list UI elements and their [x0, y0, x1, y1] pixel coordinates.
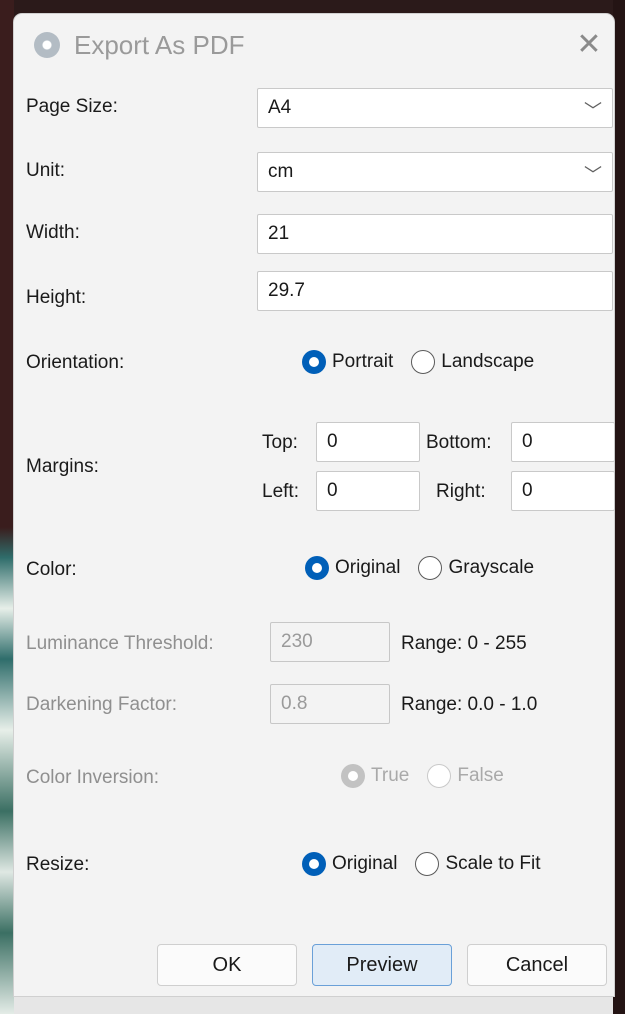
inversion-true-radio: True	[341, 764, 409, 788]
margin-top-value: 0	[327, 431, 338, 452]
radio-selected-icon	[302, 350, 326, 374]
color-grayscale-radio[interactable]: Grayscale	[418, 556, 534, 580]
margin-right-label: Right:	[436, 481, 486, 502]
inversion-radio-group: True False	[341, 764, 522, 788]
color-original-radio[interactable]: Original	[305, 556, 400, 580]
resize-original-radio[interactable]: Original	[302, 852, 397, 876]
export-pdf-dialog: Export As PDF ✕ Page Size: A4 ﹀ Unit: cm…	[14, 14, 615, 996]
cancel-button[interactable]: Cancel	[467, 944, 607, 986]
unit-value: cm	[268, 161, 294, 182]
close-button[interactable]: ✕	[570, 26, 608, 64]
width-value: 21	[268, 223, 290, 244]
height-input[interactable]: 29.7	[257, 271, 613, 311]
darkening-range-label: Range: 0.0 - 1.0	[401, 694, 538, 715]
margin-bottom-input[interactable]: 0	[511, 422, 615, 462]
background-window-bottom	[14, 996, 613, 1014]
orientation-landscape-label: Landscape	[441, 351, 535, 372]
radio-unselected-icon	[427, 764, 452, 788]
margin-left-input[interactable]: 0	[316, 471, 420, 511]
margin-bottom-value: 0	[522, 431, 533, 452]
preview-button[interactable]: Preview	[312, 944, 452, 986]
close-icon: ✕	[576, 28, 602, 61]
orientation-label: Orientation:	[26, 352, 125, 373]
background-window-edge	[0, 0, 14, 1014]
margin-top-input[interactable]: 0	[316, 422, 420, 462]
margin-left-label: Left:	[262, 481, 299, 502]
page-size-label: Page Size:	[26, 96, 118, 117]
darkening-factor-value: 0.8	[281, 693, 308, 714]
height-value: 29.7	[268, 280, 305, 301]
height-label: Height:	[26, 287, 87, 308]
luminance-range-label: Range: 0 - 255	[401, 633, 527, 654]
color-grayscale-label: Grayscale	[448, 557, 535, 578]
resize-scale-to-fit-radio[interactable]: Scale to Fit	[415, 852, 541, 876]
color-inversion-label: Color Inversion:	[26, 767, 160, 788]
title-bar: Export As PDF ✕	[14, 14, 614, 76]
radio-unselected-icon	[418, 556, 443, 580]
luminance-threshold-label: Luminance Threshold:	[26, 633, 214, 654]
orientation-portrait-label: Portrait	[332, 351, 394, 372]
radio-unselected-icon	[415, 852, 440, 876]
chevron-down-icon: ﹀	[584, 165, 602, 185]
width-label: Width:	[26, 222, 80, 243]
resize-scale-to-fit-label: Scale to Fit	[445, 853, 541, 874]
margin-left-value: 0	[327, 480, 338, 501]
orientation-portrait-radio[interactable]: Portrait	[302, 350, 393, 374]
darkening-factor-input: 0.8	[270, 684, 390, 724]
ok-button[interactable]: OK	[157, 944, 297, 986]
unit-select[interactable]: cm ﹀	[257, 152, 613, 192]
inversion-false-label: False	[457, 765, 504, 786]
orientation-landscape-radio[interactable]: Landscape	[411, 350, 534, 374]
margins-label: Margins:	[26, 456, 99, 477]
width-input[interactable]: 21	[257, 214, 613, 254]
dialog-title: Export As PDF	[74, 30, 245, 60]
radio-unselected-icon	[411, 350, 436, 374]
margin-top-label: Top:	[262, 432, 298, 453]
radio-selected-icon	[302, 852, 326, 876]
resize-label: Resize:	[26, 854, 90, 875]
color-label: Color:	[26, 559, 77, 580]
radio-selected-icon	[305, 556, 329, 580]
page-size-value: A4	[268, 97, 292, 118]
app-icon	[34, 32, 60, 58]
margin-right-value: 0	[522, 480, 533, 501]
resize-radio-group: Original Scale to Fit	[302, 852, 559, 876]
radio-selected-icon	[341, 764, 365, 788]
inversion-false-radio: False	[427, 764, 504, 788]
page-size-select[interactable]: A4 ﹀	[257, 88, 613, 128]
luminance-threshold-input: 230	[270, 622, 390, 662]
resize-original-label: Original	[332, 853, 398, 874]
orientation-radio-group: Portrait Landscape	[302, 350, 552, 374]
color-radio-group: Original Grayscale	[305, 556, 552, 580]
margin-right-input[interactable]: 0	[511, 471, 615, 511]
color-original-label: Original	[335, 557, 401, 578]
luminance-threshold-value: 230	[281, 631, 313, 652]
inversion-true-label: True	[371, 765, 410, 786]
unit-label: Unit:	[26, 160, 66, 181]
margin-bottom-label: Bottom:	[426, 432, 492, 453]
darkening-factor-label: Darkening Factor:	[26, 694, 178, 715]
chevron-down-icon: ﹀	[584, 101, 602, 121]
